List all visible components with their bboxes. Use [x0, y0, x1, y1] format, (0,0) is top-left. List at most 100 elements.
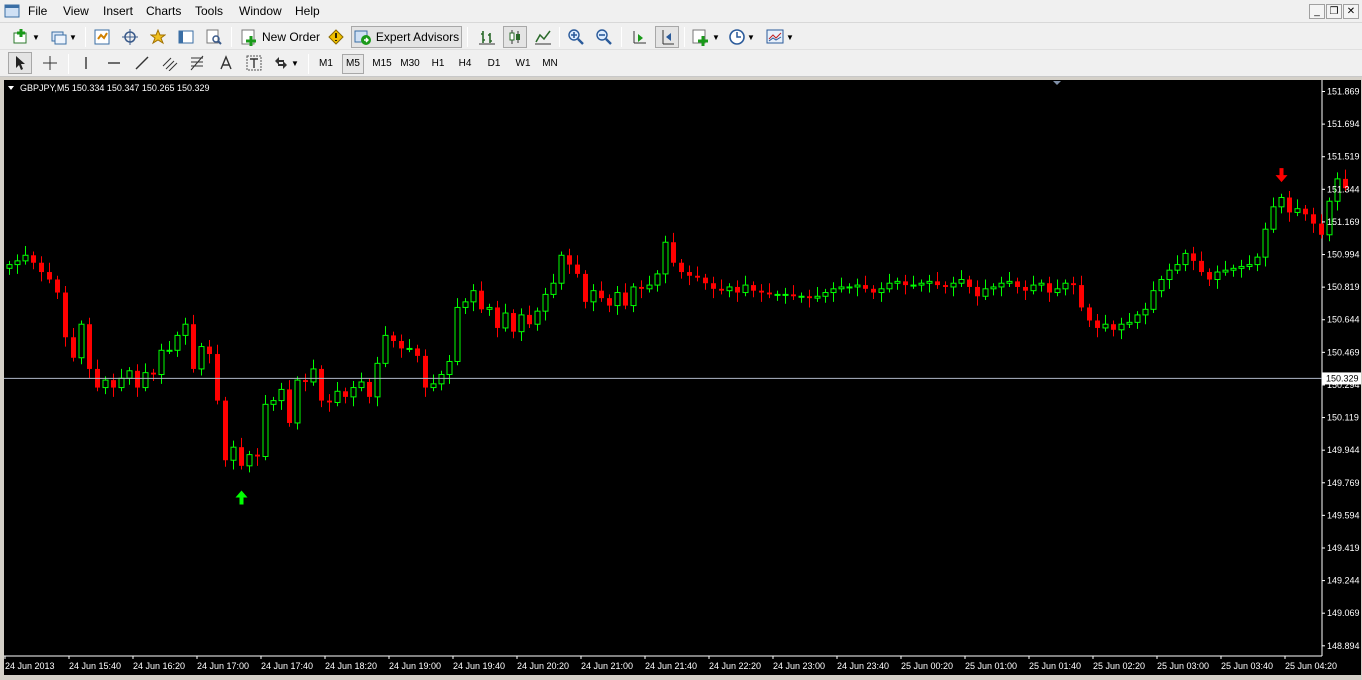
bear-candle: [343, 391, 348, 397]
menu-file[interactable]: File: [28, 4, 47, 18]
text-button[interactable]: [214, 52, 238, 74]
crosshair-icon: [122, 29, 138, 45]
new-chart-button[interactable]: ▼: [8, 26, 44, 48]
bull-candle: [142, 372, 149, 389]
bear-candle: [767, 292, 772, 295]
timeframe-h4[interactable]: H4: [454, 54, 476, 74]
text-label-button[interactable]: [242, 52, 266, 74]
periods-button[interactable]: ▼: [726, 26, 758, 48]
bear-candle: [695, 275, 700, 278]
chart-window[interactable]: 151.869 151.694 151.519 151.344 151.169 150.9…: [3, 79, 1361, 677]
bear-candle: [575, 264, 580, 274]
auto-scroll-button[interactable]: [627, 26, 651, 48]
vertical-line-icon: [85, 57, 87, 69]
menu-charts[interactable]: Charts: [146, 4, 181, 18]
bar-chart-icon: [479, 31, 495, 45]
bear-candle: [567, 255, 572, 265]
timeframe-m15[interactable]: M15: [369, 54, 395, 74]
crosshair-tool-button[interactable]: [38, 52, 62, 74]
menu-bar: File View Insert Charts Tools Window Hel…: [0, 0, 1362, 23]
bear-candle: [111, 380, 116, 388]
profiles-button[interactable]: ▼: [48, 26, 80, 48]
drawing-toolbar: ▼ M1 M5 M15 M30 H1 H4 D1 W1 MN: [0, 50, 1362, 77]
fibonacci-button[interactable]: [186, 52, 210, 74]
menu-insert[interactable]: Insert: [103, 4, 133, 18]
timeframe-m5[interactable]: M5: [342, 54, 364, 74]
bear-candle: [1023, 286, 1028, 291]
zoom-out-button[interactable]: [592, 26, 616, 48]
terminal-button[interactable]: [174, 26, 198, 48]
expert-advisors-label: Expert Advisors: [375, 30, 460, 44]
timeframe-m1[interactable]: M1: [315, 54, 337, 74]
timeframe-d1[interactable]: D1: [483, 54, 505, 74]
timeframe-h1[interactable]: H1: [427, 54, 449, 74]
bear-candle: [399, 340, 404, 349]
chart-shift-button[interactable]: [655, 26, 679, 48]
price-tick-label: 148.894: [1327, 641, 1360, 651]
candlestick-button[interactable]: [503, 26, 527, 48]
time-tick-label: 24 Jun 21:00: [581, 661, 633, 671]
bear-candle: [495, 307, 500, 328]
cursor-icon: [16, 56, 25, 70]
vertical-line-button[interactable]: [74, 52, 98, 74]
navigator-button[interactable]: [146, 26, 170, 48]
toolbar-separator: [308, 54, 309, 74]
timeframe-w1[interactable]: W1: [511, 54, 535, 74]
bear-candle: [719, 288, 724, 291]
bear-candle: [287, 389, 292, 423]
app-icon[interactable]: [4, 3, 20, 19]
price-scale-area[interactable]: [1322, 80, 1361, 656]
bear-candle: [687, 272, 692, 276]
trendline-button[interactable]: [130, 52, 154, 74]
minimize-button[interactable]: _: [1309, 4, 1325, 19]
time-tick-label: 24 Jun 2013: [5, 661, 55, 671]
profiles-icon: [51, 31, 67, 45]
bull-candle: [590, 290, 597, 303]
menu-window[interactable]: Window: [239, 4, 282, 18]
restore-button[interactable]: ❐: [1326, 4, 1342, 19]
line-chart-icon: [535, 30, 551, 45]
arrows-icon: [275, 57, 288, 69]
bull-candle: [726, 286, 733, 292]
time-tick-label: 24 Jun 19:00: [389, 661, 441, 671]
bull-candle: [854, 284, 861, 288]
menu-view[interactable]: View: [63, 4, 89, 18]
new-order-button[interactable]: New Order: [237, 26, 323, 48]
horizontal-line-button[interactable]: [102, 52, 126, 74]
equidistant-channel-button[interactable]: [158, 52, 182, 74]
close-button[interactable]: ✕: [1343, 4, 1359, 19]
data-window-button[interactable]: [118, 26, 142, 48]
menu-tools[interactable]: Tools: [195, 4, 223, 18]
indicators-button[interactable]: ▼: [690, 26, 722, 48]
terminal-icon: [178, 30, 194, 44]
bear-candle: [479, 290, 484, 310]
market-watch-button[interactable]: [90, 26, 114, 48]
expert-advisors-button[interactable]: Expert Advisors: [351, 26, 462, 48]
timeframe-mn[interactable]: MN: [538, 54, 562, 74]
zoom-in-icon: [568, 29, 584, 45]
bear-candle: [1287, 197, 1292, 213]
templates-button[interactable]: ▼: [763, 26, 797, 48]
price-tick-label: 149.244: [1327, 576, 1360, 586]
bar-chart-button[interactable]: [475, 26, 499, 48]
bear-candle: [703, 277, 708, 284]
price-chart[interactable]: 151.869 151.694 151.519 151.344 151.169 150.9…: [3, 79, 1361, 677]
bull-candle: [262, 403, 269, 458]
market-watch-icon: [94, 29, 110, 45]
bull-candle: [1222, 269, 1229, 273]
menu-help[interactable]: Help: [295, 4, 320, 18]
arrows-button[interactable]: ▼: [270, 52, 302, 74]
bear-candle: [55, 279, 60, 293]
warning-icon: [328, 29, 344, 45]
line-chart-button[interactable]: [531, 26, 555, 48]
zoom-in-button[interactable]: [564, 26, 588, 48]
chevron-down-icon: ▼: [786, 32, 794, 42]
timeframe-m30[interactable]: M30: [397, 54, 423, 74]
cursor-button[interactable]: [8, 52, 32, 74]
alert-button[interactable]: [325, 26, 347, 48]
bear-candle: [807, 296, 812, 299]
bull-candle: [926, 280, 933, 284]
strategy-tester-button[interactable]: [202, 26, 226, 48]
bull-candle: [878, 288, 885, 294]
bear-candle: [367, 381, 372, 397]
